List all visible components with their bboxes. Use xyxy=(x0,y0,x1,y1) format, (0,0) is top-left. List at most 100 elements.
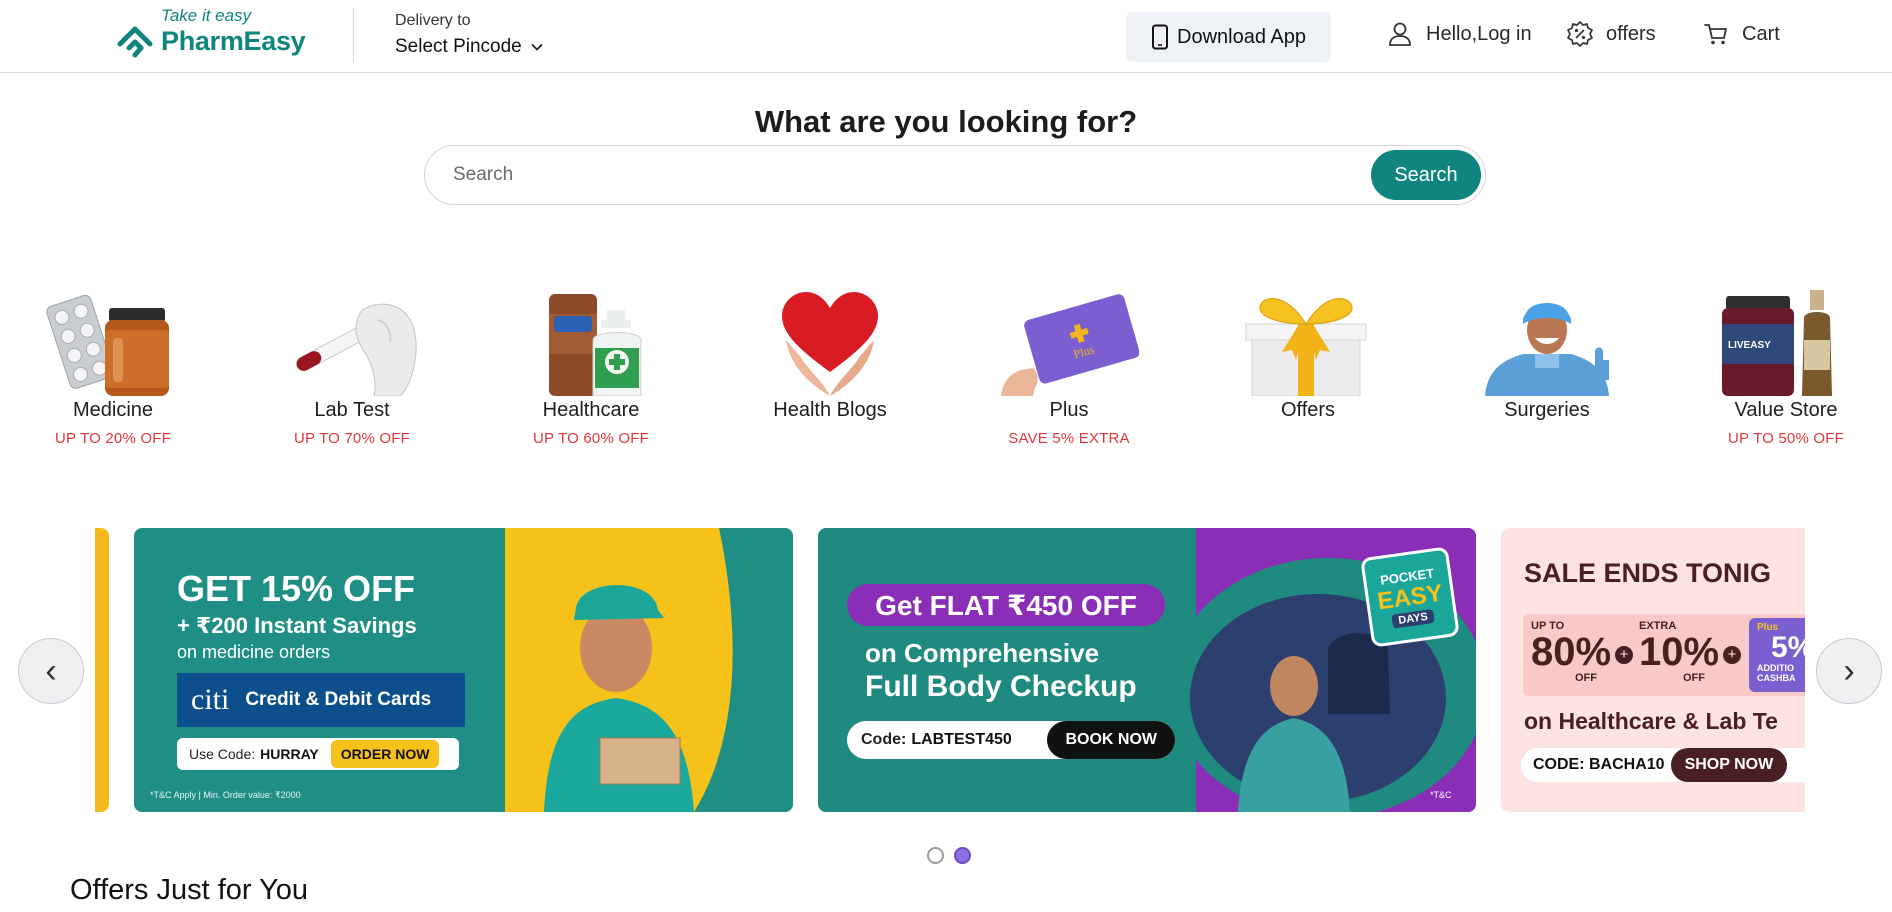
pincode-value: Select Pincode xyxy=(395,36,522,57)
coupon-code: HURRAY xyxy=(260,746,319,762)
coupon-strip: CODE: BACHA10 SHOP NOW xyxy=(1521,748,1805,782)
carousel-pagination xyxy=(927,847,971,864)
offers-carousel: GET 15% OFF + ₹200 Instant Savings on me… xyxy=(95,528,1805,812)
cart-icon xyxy=(1704,24,1727,45)
banner-headline: SALE ENDS TONIG xyxy=(1524,558,1772,588)
category-name: Surgeries xyxy=(1504,399,1590,421)
coupon-strip: Code: LABTEST450 BOOK NOW xyxy=(847,721,1175,759)
banner-sub2: on medicine orders xyxy=(177,642,331,662)
download-app-label: Download App xyxy=(1177,25,1306,48)
user-icon xyxy=(1389,22,1411,46)
discount-1-value: 80% xyxy=(1531,630,1612,674)
card-type-text: Credit & Debit Cards xyxy=(245,689,432,710)
category-health-blogs[interactable]: Health Blogs xyxy=(730,290,930,430)
gift-box-image xyxy=(1238,290,1378,397)
citi-card-badge: citi Credit & Debit Cards xyxy=(177,673,465,727)
plus-cashback-badge: Plus 5% ADDITIO CASHBA xyxy=(1749,618,1805,692)
search-button[interactable]: Search xyxy=(1371,150,1481,200)
discount-badge-icon xyxy=(1567,21,1593,47)
mobile-phone-icon xyxy=(1152,24,1168,50)
banner-lab-test-offer[interactable]: Get FLAT ₹450 OFF on Comprehensive Full … xyxy=(818,528,1476,812)
pincode-selector[interactable]: Delivery to Select Pincode xyxy=(395,12,544,58)
banner-headline: GET 15% OFF xyxy=(177,568,416,609)
category-healthcare[interactable]: Healthcare UP TO 60% OFF xyxy=(491,290,691,447)
plus-icon: + xyxy=(1615,646,1633,664)
book-now-cta: BOOK NOW xyxy=(1047,721,1175,759)
chevron-right-icon: › xyxy=(1843,651,1855,690)
banner-fine-print: *T&C Apply | Min. Order value: ₹2000 xyxy=(150,790,301,800)
logo-brand-name: PharmEasy xyxy=(161,26,306,56)
carousel-prev-button[interactable]: ‹ xyxy=(18,638,84,704)
shop-now-cta: SHOP NOW xyxy=(1670,748,1788,782)
chevron-left-icon: ‹ xyxy=(45,651,57,690)
value-store-image: LIVEASY xyxy=(1716,290,1856,396)
category-plus[interactable]: Plus Plus SAVE 5% EXTRA xyxy=(969,290,1169,447)
chevron-down-icon xyxy=(531,43,543,51)
coupon-strip: Use Code: HURRAY ORDER NOW xyxy=(177,738,459,770)
category-offer: UP TO 60% OFF xyxy=(533,430,649,447)
code-label: Code: xyxy=(861,731,907,748)
plus-membership-card-image: Plus xyxy=(999,290,1140,396)
discount-2-value: 10% xyxy=(1639,630,1720,674)
banner-partial-left[interactable] xyxy=(95,528,109,812)
cashback-small-1: ADDITIO xyxy=(1757,663,1794,673)
discount-1: UP TO 80% OFF xyxy=(1531,620,1611,684)
code-label: Use Code: xyxy=(189,746,256,762)
search-input[interactable] xyxy=(453,154,1273,196)
medicine-image xyxy=(43,290,183,396)
lab-test-image xyxy=(282,290,422,397)
category-medicine[interactable]: Medicine UP TO 20% OFF xyxy=(13,290,213,447)
banner-sale-offer[interactable]: SALE ENDS TONIG UP TO 80% OFF + EXTRA 10… xyxy=(1501,528,1805,812)
cashback-small-2: CASHBA xyxy=(1757,673,1796,683)
category-offers[interactable]: Offers xyxy=(1208,290,1408,430)
coupon-code: LABTEST450 xyxy=(911,731,1012,748)
category-name: Medicine xyxy=(72,399,154,421)
category-value-store[interactable]: LIVEASY Value Store UP TO 50% OFF xyxy=(1686,290,1886,447)
search-bar: Search xyxy=(424,145,1486,205)
health-blogs-image xyxy=(760,290,900,396)
download-app-button[interactable]: Download App xyxy=(1126,12,1331,62)
cart-label: Cart xyxy=(1742,22,1780,45)
category-lab-test[interactable]: Lab Test UP TO 70% OFF xyxy=(252,290,452,447)
pharmeasy-logo-icon xyxy=(117,26,153,58)
logo-tagline: Take it easy xyxy=(161,6,252,25)
banner-sub: on Healthcare & Lab Te xyxy=(1524,708,1778,734)
category-surgeries[interactable]: Surgeries xyxy=(1447,290,1647,430)
coupon-code: CODE: BACHA10 xyxy=(1533,756,1665,773)
carousel-dot-1[interactable] xyxy=(927,847,944,864)
citi-logo: citi xyxy=(191,683,230,716)
category-name: Value Store xyxy=(1734,399,1838,421)
category-name: Plus xyxy=(1049,399,1089,421)
category-name: Health Blogs xyxy=(773,399,887,421)
category-offer: UP TO 70% OFF xyxy=(294,430,410,447)
login-label: Hello,Log in xyxy=(1426,22,1532,45)
offers-section-title: Offers Just for You xyxy=(70,874,309,906)
category-offer: SAVE 5% EXTRA xyxy=(1008,430,1130,447)
category-name: Lab Test xyxy=(314,399,390,421)
header-divider xyxy=(353,8,354,62)
cashback-value: 5% xyxy=(1771,631,1805,664)
pharmeasy-logo[interactable]: Take it easy PharmEasy xyxy=(116,6,306,62)
login-link[interactable]: Hello,Log in xyxy=(1386,20,1532,48)
site-header: Take it easy PharmEasy Delivery to Selec… xyxy=(0,0,1892,73)
carousel-dot-2[interactable] xyxy=(954,847,971,864)
search-heading: What are you looking for? xyxy=(754,104,1138,139)
value-store-jar-text: LIVEASY xyxy=(1728,340,1771,351)
banner-headline: Get FLAT ₹450 OFF xyxy=(847,584,1165,626)
offers-label: offers xyxy=(1606,22,1656,45)
category-offer: UP TO 20% OFF xyxy=(55,430,171,447)
plus-icon: + xyxy=(1723,646,1741,664)
healthcare-image xyxy=(521,290,661,397)
offers-link[interactable]: offers xyxy=(1566,20,1656,48)
banner-sub1: on Comprehensive xyxy=(865,638,1100,668)
delivery-label: Delivery to xyxy=(395,12,471,29)
banner-sub2: Full Body Checkup xyxy=(865,670,1137,703)
discount-2: EXTRA 10% OFF xyxy=(1639,620,1719,684)
carousel-next-button[interactable]: › xyxy=(1816,638,1882,704)
surgeon-image xyxy=(1477,290,1617,396)
banner-fine-print: *T&C xyxy=(1430,790,1452,800)
order-now-cta: ORDER NOW xyxy=(330,740,440,768)
cart-link[interactable]: Cart xyxy=(1702,20,1780,48)
banner-citi-offer[interactable]: GET 15% OFF + ₹200 Instant Savings on me… xyxy=(134,528,793,812)
pocket-easy-days-badge: POCKET EASY DAYS xyxy=(1360,546,1460,648)
